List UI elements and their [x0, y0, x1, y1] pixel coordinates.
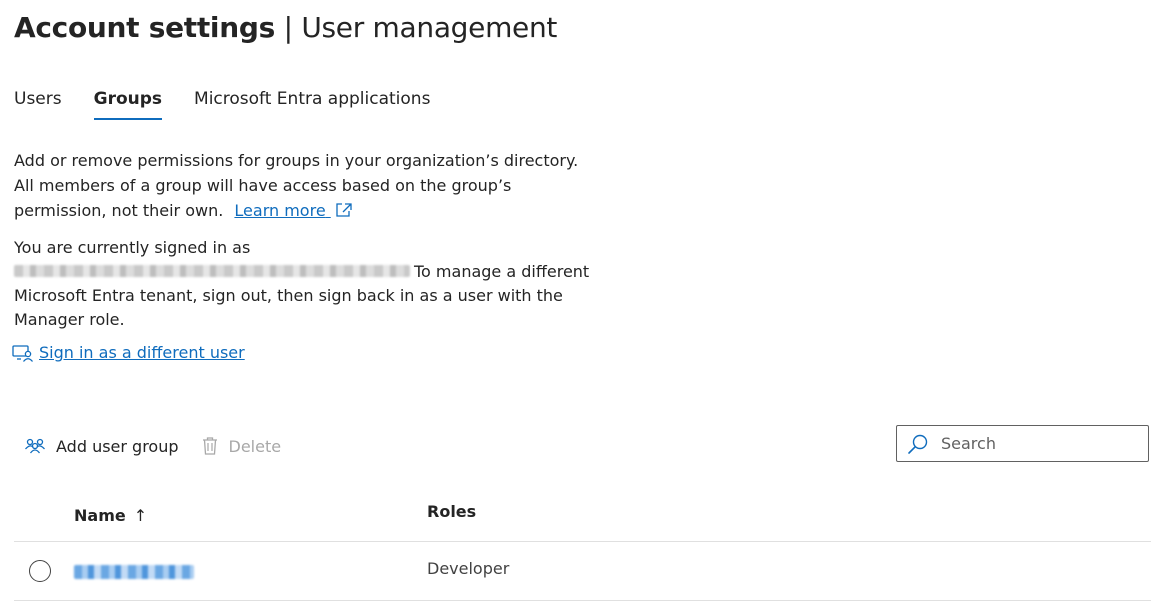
groups-table: Name ↑ Roles Developer — [14, 492, 1151, 601]
row-role: Developer — [427, 559, 510, 578]
person-screen-icon — [12, 345, 34, 362]
toolbar: Add user group Delete — [24, 430, 303, 462]
delete-label: Delete — [228, 436, 282, 456]
description-text: permission, not their own. — [14, 201, 224, 220]
add-user-group-label: Add user group — [56, 436, 179, 456]
table-header: Name ↑ Roles — [14, 492, 1151, 542]
description-line: permission, not their own. Learn more — [14, 198, 594, 223]
delete-button[interactable]: Delete — [201, 436, 282, 456]
description-line: Add or remove permissions for groups in … — [14, 151, 579, 170]
sign-in-different-user-label: Sign in as a different user — [39, 343, 245, 362]
signed-in-text: To manage a different — [414, 262, 590, 281]
column-header-roles[interactable]: Roles — [427, 502, 476, 521]
tab-users[interactable]: Users — [14, 86, 62, 122]
page-title-primary: Account settings — [14, 11, 275, 44]
row-select-radio[interactable] — [29, 560, 51, 582]
description-line: All members of a group will have access … — [14, 176, 512, 195]
external-link-icon — [336, 203, 352, 217]
search-icon — [908, 434, 928, 454]
page-title: Account settings | User management — [14, 8, 557, 48]
signed-in-line: Manager role. — [14, 310, 125, 329]
signed-in-line: To manage a different — [14, 260, 614, 284]
signed-in-line: Microsoft Entra tenant, sign out, then s… — [14, 286, 563, 305]
learn-more-label: Learn more — [234, 201, 326, 220]
redacted-email — [14, 265, 410, 277]
search-box[interactable] — [896, 425, 1149, 462]
signed-in-line: You are currently signed in as — [14, 238, 251, 257]
sign-in-different-user-link[interactable]: Sign in as a different user — [12, 341, 245, 365]
user-management-page: Account settings | User management Users… — [0, 0, 1161, 611]
signed-in-info: You are currently signed in as To manage… — [14, 236, 614, 332]
tab-entra-applications[interactable]: Microsoft Entra applications — [194, 86, 430, 122]
groups-description: Add or remove permissions for groups in … — [14, 148, 594, 223]
add-user-group-button[interactable]: Add user group — [24, 437, 179, 456]
column-header-name[interactable]: Name ↑ — [74, 506, 147, 525]
tab-groups[interactable]: Groups — [93, 86, 163, 122]
learn-more-link[interactable]: Learn more — [234, 201, 352, 220]
page-title-separator: | — [283, 11, 293, 44]
sort-ascending-icon: ↑ — [133, 506, 148, 525]
trash-icon — [202, 437, 217, 455]
tab-bar: Users Groups Microsoft Entra application… — [14, 86, 462, 122]
column-header-name-label: Name — [74, 506, 126, 525]
table-row[interactable]: Developer — [14, 542, 1151, 601]
page-title-secondary: User management — [301, 11, 558, 44]
redacted-group-name-link[interactable] — [74, 565, 194, 579]
people-add-icon — [25, 438, 45, 454]
search-input[interactable] — [939, 433, 1133, 454]
